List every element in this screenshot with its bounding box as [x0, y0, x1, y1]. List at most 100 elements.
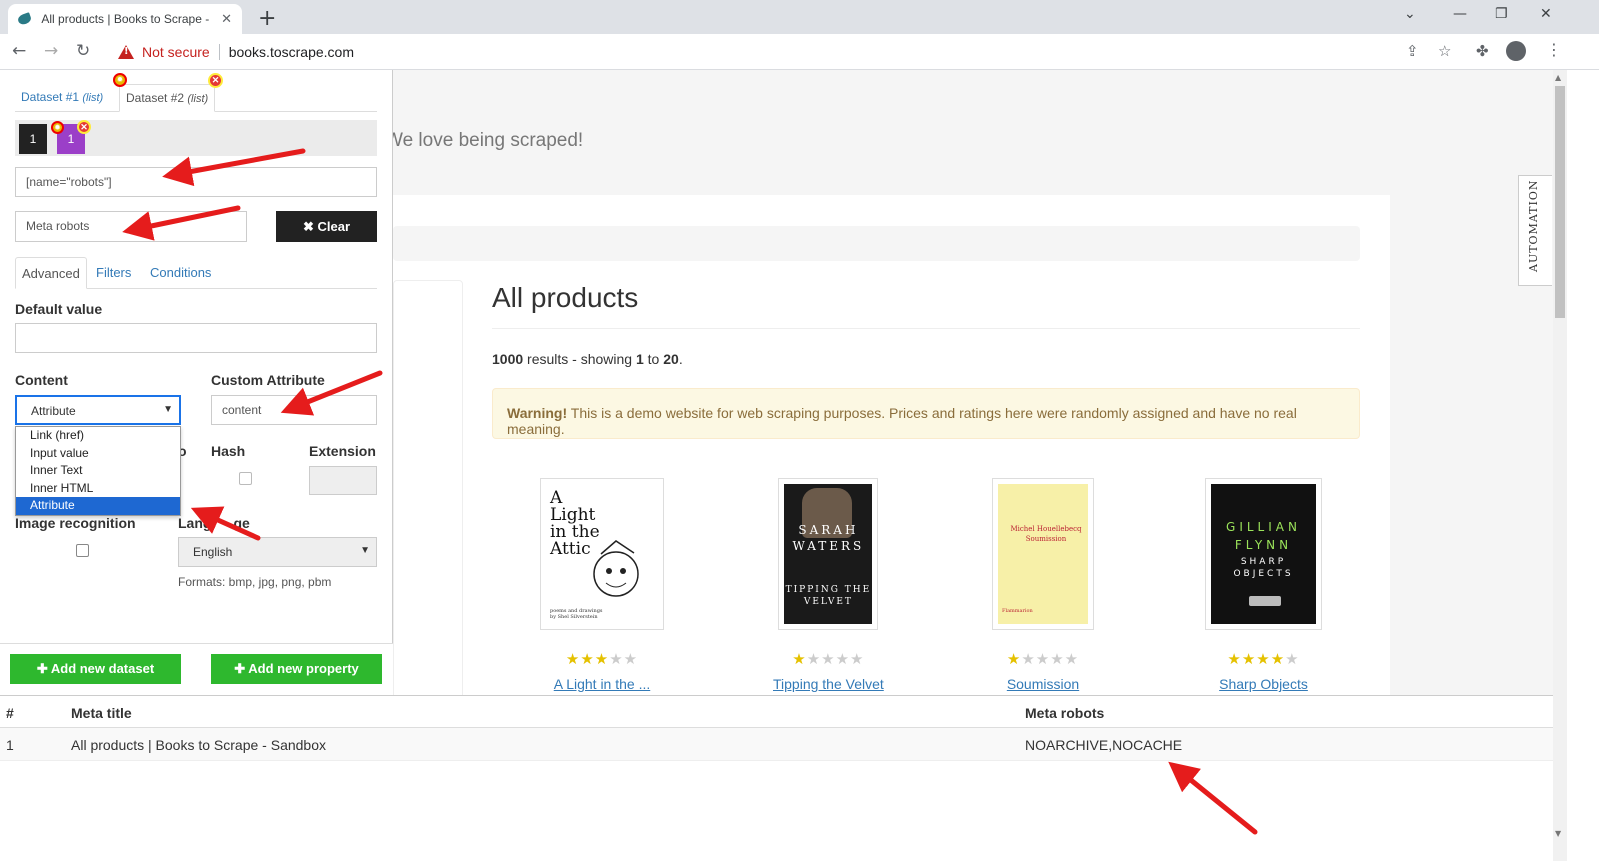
browser-toolbar: ← → ↻ Not secure books.toscrape.com [0, 34, 1599, 70]
tab-strip: All products | Books to Scrape - S ✕ + ⌄… [0, 0, 1599, 34]
clear-x-icon: ✖ [302, 219, 318, 234]
hash-checkbox[interactable] [239, 472, 252, 485]
language-select[interactable]: English ▼ [178, 537, 377, 567]
scroll-thumb[interactable] [1555, 86, 1565, 318]
reload-icon[interactable]: ↻ [76, 41, 90, 61]
extension-input[interactable] [309, 466, 377, 495]
product-cover[interactable]: A Light in the Attic poems and drawings … [540, 478, 664, 630]
product-cover[interactable]: SARAH WATERS TIPPING THE VELVET [778, 478, 879, 630]
product-title-link[interactable]: A Light in the ... [540, 676, 664, 692]
product-cover[interactable]: GILLIAN FLYNN SHARP OBJECTS [1205, 478, 1322, 630]
add-property-label: Add new property [248, 661, 359, 676]
title-divider [492, 328, 1360, 329]
header-index: # [6, 705, 14, 721]
tab-close-icon[interactable]: ✕ [221, 12, 232, 27]
product-cover[interactable]: Michel Houellebecq Soumission Flammarion [992, 478, 1094, 630]
profile-avatar[interactable] [1506, 41, 1526, 61]
menu-kebab-icon[interactable]: ⋮ [1546, 40, 1562, 59]
tab-title: All products | Books to Scrape - S [41, 12, 214, 26]
language-label: Lang ge [178, 515, 250, 531]
image-recognition-label: Image recognition [15, 515, 136, 531]
product-title-link[interactable]: Soumission [992, 676, 1094, 692]
cover-subtitle-text: TIPPING THE VELVET [785, 585, 872, 607]
tab-conditions[interactable]: Conditions [144, 257, 217, 289]
page-title: All products [492, 282, 639, 313]
tab-filters[interactable]: Filters [90, 257, 137, 289]
scroll-up-icon[interactable]: ▲ [1555, 73, 1561, 82]
tab-dataset-2-label: Dataset #2 [126, 91, 185, 105]
results-mid-text: results - showing [523, 351, 636, 367]
chip-delete-icon[interactable]: ✕ [77, 120, 91, 134]
option-link-href[interactable]: Link (href) [16, 427, 180, 445]
option-input-value[interactable]: Input value [16, 445, 180, 463]
property-name-input[interactable]: Meta robots [15, 211, 247, 242]
language-label-end: ge [233, 515, 250, 531]
cell-meta-title: All products | Books to Scrape - Sandbox [71, 737, 326, 753]
plus-icon: ✚ [234, 661, 249, 676]
cover-title-text: Michel Houellebecq Soumission [1010, 525, 1082, 543]
option-attribute[interactable]: Attribute [16, 497, 180, 515]
dataset-settings-icon[interactable]: ✹ [113, 73, 127, 87]
dataset-tabs: Dataset #1 (list) Dataset #2 (list) [15, 84, 377, 112]
site-favicon-icon [16, 12, 33, 26]
product-card: Michel Houellebecq Soumission Flammarion… [992, 478, 1094, 692]
results-to: 20 [663, 351, 679, 367]
breadcrumb [393, 226, 1360, 261]
star-rating: ★★★★★ [1227, 650, 1300, 668]
add-property-button[interactable]: ✚ Add new property [211, 654, 382, 684]
new-tab-button[interactable]: + [258, 6, 276, 31]
address-bar[interactable]: Not secure books.toscrape.com [108, 38, 1568, 66]
formats-hint: Formats: bmp, jpg, png, pbm [178, 575, 332, 589]
option-inner-html[interactable]: Inner HTML [16, 480, 180, 498]
tab-dataset-1[interactable]: Dataset #1 (list) [15, 84, 109, 112]
back-icon[interactable]: ← [12, 41, 26, 61]
dataset-delete-icon[interactable]: ✕ [208, 73, 223, 88]
star-rating: ★★★★★ [565, 650, 639, 668]
selector-chip-dark[interactable]: 1 [19, 124, 47, 154]
tab-dataset-1-suffix: (list) [82, 92, 104, 104]
product-title-link[interactable]: Sharp Objects [1205, 676, 1322, 692]
star-rating: ★★★★★ [1006, 650, 1080, 668]
cover-title-text: GILLIAN FLYNN [1226, 520, 1301, 552]
scraper-panel: Dataset #1 (list) Dataset #2 (list) ✹ ✕ … [0, 70, 393, 695]
default-value-input[interactable] [15, 323, 377, 353]
tab-advanced[interactable]: Advanced [15, 257, 87, 289]
image-recognition-checkbox[interactable] [76, 544, 89, 557]
clear-button[interactable]: ✖ Clear [276, 211, 377, 242]
forward-icon[interactable]: → [44, 41, 58, 61]
restore-icon[interactable]: ❐ [1495, 6, 1508, 22]
site-tagline: We love being scraped! [385, 130, 584, 151]
custom-attribute-label: Custom Attribute [211, 372, 325, 388]
add-dataset-button[interactable]: ✚ Add new dataset [10, 654, 181, 684]
url-text[interactable]: books.toscrape.com [229, 44, 354, 60]
custom-attribute-input[interactable]: content [211, 395, 377, 425]
cover-title-text: SARAH WATERS [792, 523, 865, 553]
not-secure-label[interactable]: Not secure [142, 44, 210, 60]
automation-side-tab[interactable]: AUTOMATION [1518, 175, 1552, 286]
browser-tab[interactable]: All products | Books to Scrape - S ✕ [8, 4, 242, 34]
tab-dataset-2-suffix: (list) [187, 93, 209, 105]
tab-dataset-2[interactable]: Dataset #2 (list) [119, 84, 216, 112]
share-icon[interactable]: ⇪ [1406, 42, 1419, 60]
bookmark-star-icon[interactable]: ☆ [1438, 42, 1451, 60]
scroll-down-icon[interactable]: ▼ [1555, 829, 1561, 838]
minimize-icon[interactable]: — [1453, 6, 1467, 22]
cell-meta-robots: NOARCHIVE,NOCACHE [1025, 737, 1183, 753]
language-select-value: English [193, 545, 233, 559]
hash-label: Hash [211, 443, 246, 459]
omnibox-divider [218, 44, 220, 60]
chip-settings-icon[interactable]: ✹ [51, 121, 64, 134]
clear-label: Clear [317, 219, 351, 234]
content-select[interactable]: Attribute ▼ [15, 395, 181, 425]
content-select-value: Attribute [31, 404, 76, 418]
tab-search-icon[interactable]: ⌄ [1404, 6, 1416, 22]
close-window-icon[interactable]: ✕ [1540, 6, 1552, 22]
product-card: SARAH WATERS TIPPING THE VELVET ★★★★★ Ti… [773, 478, 884, 692]
table-row: 1 All products | Books to Scrape - Sandb… [0, 728, 1553, 761]
selector-input[interactable]: [name="robots"] [15, 167, 377, 197]
extensions-puzzle-icon[interactable]: ✤ [1476, 42, 1489, 60]
warning-alert: Warning! This is a demo website for web … [492, 388, 1360, 439]
option-inner-text[interactable]: Inner Text [16, 462, 180, 480]
product-title-link[interactable]: Tipping the Velvet [773, 676, 884, 692]
warning-icon[interactable] [118, 45, 134, 59]
